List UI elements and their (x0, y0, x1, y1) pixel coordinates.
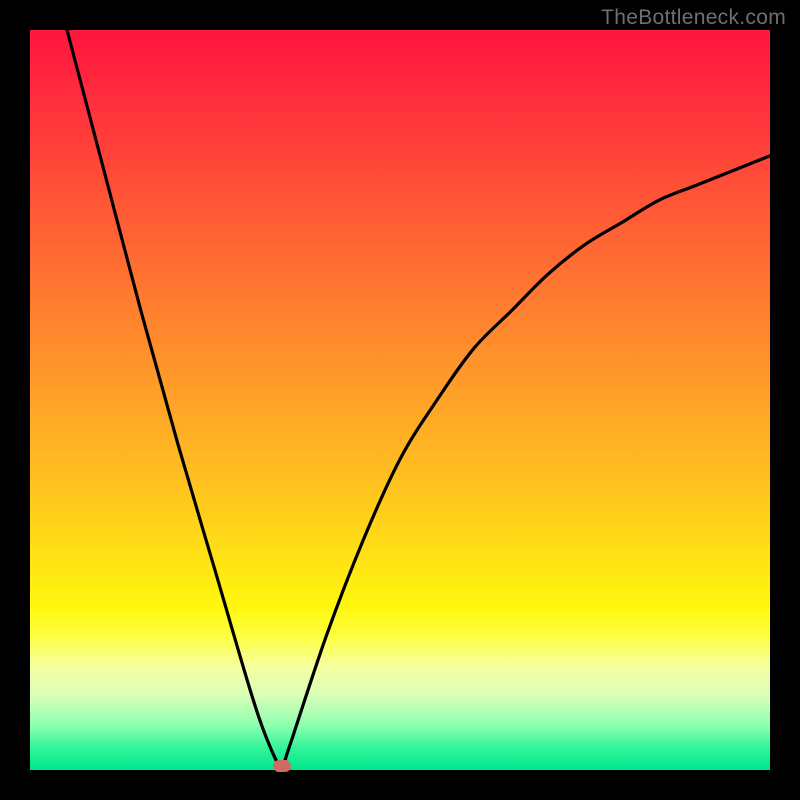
optimum-marker (273, 760, 291, 772)
watermark-text: TheBottleneck.com (601, 6, 786, 30)
plot-area (30, 30, 770, 770)
chart-frame: TheBottleneck.com (0, 0, 800, 800)
bottleneck-curve (30, 30, 770, 770)
